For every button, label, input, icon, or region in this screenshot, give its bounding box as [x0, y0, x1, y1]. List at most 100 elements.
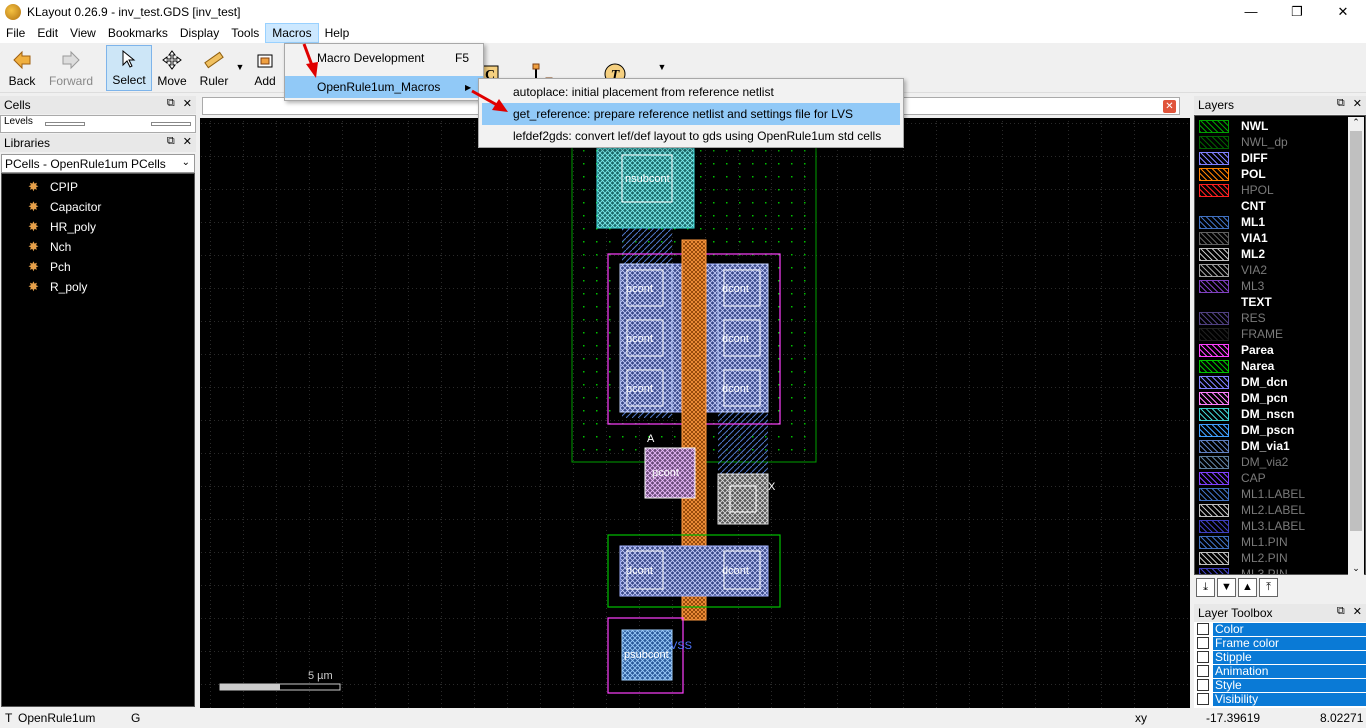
layer-row[interactable]: ML1.LABEL — [1195, 486, 1365, 502]
library-item-r-poly[interactable]: ✸ R_poly — [2, 277, 194, 297]
close-button[interactable]: ✕ — [1320, 0, 1366, 23]
expand-checkbox[interactable] — [1197, 637, 1209, 649]
layer-row[interactable]: NWL_dp — [1195, 134, 1365, 150]
layer-row[interactable]: FRAME — [1195, 326, 1365, 342]
layer-row[interactable]: VIA2 — [1195, 262, 1365, 278]
move-to-top-icon[interactable]: ⤒ — [1259, 578, 1278, 597]
menu-bookmarks[interactable]: Bookmarks — [102, 23, 174, 43]
library-item-cpip[interactable]: ✸ CPIP — [2, 177, 194, 197]
menu-tools[interactable]: Tools — [225, 23, 265, 43]
float-icon[interactable]: ⧉ — [167, 135, 175, 148]
layer-row[interactable]: ML1 — [1195, 214, 1365, 230]
menu-item-macro-development[interactable]: Macro Development F5 — [285, 47, 483, 69]
forward-button[interactable]: Forward — [48, 45, 94, 91]
layer-row[interactable]: TEXT — [1195, 294, 1365, 310]
close-icon[interactable]: ✕ — [183, 97, 192, 110]
toolbox-stipple[interactable]: Stipple — [1194, 650, 1366, 664]
library-item-hr-poly[interactable]: ✸ HR_poly — [2, 217, 194, 237]
layer-row[interactable]: DM_pcn — [1195, 390, 1365, 406]
expand-checkbox[interactable] — [1197, 679, 1209, 691]
menu-item-lefdef2gds[interactable]: lefdef2gds: convert lef/def layout to gd… — [479, 125, 903, 147]
layer-row[interactable]: DM_via2 — [1195, 454, 1365, 470]
close-icon[interactable]: ✕ — [183, 135, 192, 148]
layer-row[interactable]: DM_via1 — [1195, 438, 1365, 454]
select-button[interactable]: Select — [106, 45, 152, 91]
expand-checkbox[interactable] — [1197, 693, 1209, 705]
move-down-icon[interactable]: ▼ — [1217, 578, 1236, 597]
layer-row[interactable]: ML3.PIN — [1195, 566, 1365, 574]
scroll-down-icon[interactable]: ⌄ — [1348, 563, 1364, 575]
layer-swatch-icon — [1199, 215, 1229, 229]
layer-row[interactable]: DM_dcn — [1195, 374, 1365, 390]
cells-panel-title: Cells — [4, 98, 31, 112]
library-item-capacitor[interactable]: ✸ Capacitor — [2, 197, 194, 217]
layer-row[interactable]: RES — [1195, 310, 1365, 326]
scroll-up-icon[interactable]: ⌃ — [1348, 117, 1364, 129]
close-icon[interactable]: ✕ — [1353, 97, 1362, 110]
dcont-label: dcont — [722, 333, 749, 345]
toolbox-color[interactable]: Color — [1194, 622, 1366, 636]
menu-macros[interactable]: Macros — [265, 23, 319, 43]
toolbox-animation[interactable]: Animation — [1194, 664, 1366, 678]
layer-row[interactable]: CNT — [1195, 198, 1365, 214]
layer-row[interactable]: ML2 — [1195, 246, 1365, 262]
library-item-pch[interactable]: ✸ Pch — [2, 257, 194, 277]
layout-canvas[interactable]: nsubcont pcont pcont pcont dcont dcont d… — [200, 118, 1190, 708]
menu-view[interactable]: View — [64, 23, 102, 43]
expand-checkbox[interactable] — [1197, 623, 1209, 635]
layer-row[interactable]: DIFF — [1195, 150, 1365, 166]
scroll-thumb[interactable] — [1350, 131, 1362, 531]
klayout-logo-icon — [5, 3, 21, 20]
layer-name: DIFF — [1241, 151, 1268, 165]
layer-row[interactable]: DM_nscn — [1195, 406, 1365, 422]
toolbox-frame-color[interactable]: Frame color — [1194, 636, 1366, 650]
move-up-icon[interactable]: ▲ — [1238, 578, 1257, 597]
toolbox-style[interactable]: Style — [1194, 678, 1366, 692]
layer-row[interactable]: ML2.LABEL — [1195, 502, 1365, 518]
add-button[interactable]: Add — [250, 45, 280, 91]
ruler-dropdown-arrow-icon[interactable]: ▼ — [234, 45, 246, 91]
layer-row[interactable]: Narea — [1195, 358, 1365, 374]
menu-item-get-reference[interactable]: get_reference: prepare reference netlist… — [482, 103, 900, 125]
minimize-button[interactable]: — — [1228, 0, 1274, 23]
layer-row[interactable]: ML3 — [1195, 278, 1365, 294]
layer-row[interactable]: ML1.PIN — [1195, 534, 1365, 550]
float-icon[interactable]: ⧉ — [167, 97, 175, 110]
menu-edit[interactable]: Edit — [31, 23, 64, 43]
layer-row[interactable]: ML2.PIN — [1195, 550, 1365, 566]
forward-label: Forward — [48, 74, 93, 88]
move-to-bottom-icon[interactable]: ⤓ — [1196, 578, 1215, 597]
layer-name: ML1.LABEL — [1241, 487, 1306, 501]
library-item-label: Pch — [50, 260, 71, 274]
layer-row[interactable]: CAP — [1195, 470, 1365, 486]
menu-item-openrule1um-macros[interactable]: OpenRule1um_Macros ▶ — [285, 76, 483, 98]
maximize-button[interactable]: ❐ — [1274, 0, 1320, 23]
back-button[interactable]: Back — [6, 45, 38, 91]
ruler-button[interactable]: Ruler — [198, 45, 230, 91]
menu-file[interactable]: File — [0, 23, 31, 43]
layer-row[interactable]: DM_pscn — [1195, 422, 1365, 438]
float-icon[interactable]: ⧉ — [1337, 605, 1345, 618]
layer-row[interactable]: VIA1 — [1195, 230, 1365, 246]
library-select[interactable]: PCells - OpenRule1um PCells ⌄ — [1, 154, 195, 173]
menu-item-autoplace[interactable]: autoplace: initial placement from refere… — [479, 81, 903, 103]
expand-checkbox[interactable] — [1197, 651, 1209, 663]
library-item-nch[interactable]: ✸ Nch — [2, 237, 194, 257]
layer-row[interactable]: POL — [1195, 166, 1365, 182]
layer-row[interactable]: ML3.LABEL — [1195, 518, 1365, 534]
toolbox-visibility[interactable]: Visibility — [1194, 692, 1366, 706]
layer-swatch-icon — [1199, 439, 1229, 453]
close-icon[interactable]: ✕ — [1353, 605, 1362, 618]
layers-scrollbar[interactable]: ⌃ ⌄ — [1348, 117, 1364, 575]
layer-row[interactable]: HPOL — [1195, 182, 1365, 198]
layer-row[interactable]: NWL — [1195, 118, 1365, 134]
expand-checkbox[interactable] — [1197, 665, 1209, 677]
menu-help[interactable]: Help — [319, 23, 356, 43]
cells-tree[interactable]: Levels — [0, 115, 196, 133]
layer-row[interactable]: Parea — [1195, 342, 1365, 358]
float-icon[interactable]: ⧉ — [1337, 97, 1345, 110]
close-tab-icon[interactable]: ✕ — [1163, 100, 1176, 113]
menu-display[interactable]: Display — [174, 23, 225, 43]
pcell-gear-icon: ✸ — [28, 199, 39, 214]
move-button[interactable]: Move — [156, 45, 188, 91]
